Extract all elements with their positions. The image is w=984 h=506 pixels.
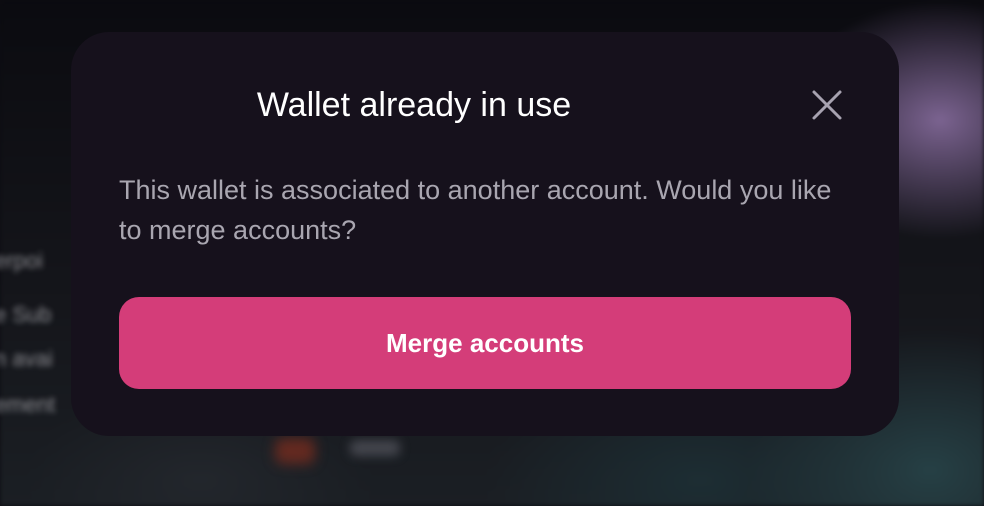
close-button[interactable]	[808, 86, 846, 124]
background-blurred-shape	[350, 440, 400, 456]
background-blurred-shape	[275, 438, 315, 464]
background-text-line: erpoi	[0, 248, 43, 273]
background-text-line: n avai	[0, 346, 53, 371]
close-icon	[812, 90, 842, 120]
merge-accounts-button[interactable]: Merge accounts	[119, 297, 851, 389]
background-text-line: ement	[0, 392, 56, 417]
dialog-message: This wallet is associated to another acc…	[119, 175, 832, 245]
background-text-line: e Sub	[0, 302, 52, 327]
